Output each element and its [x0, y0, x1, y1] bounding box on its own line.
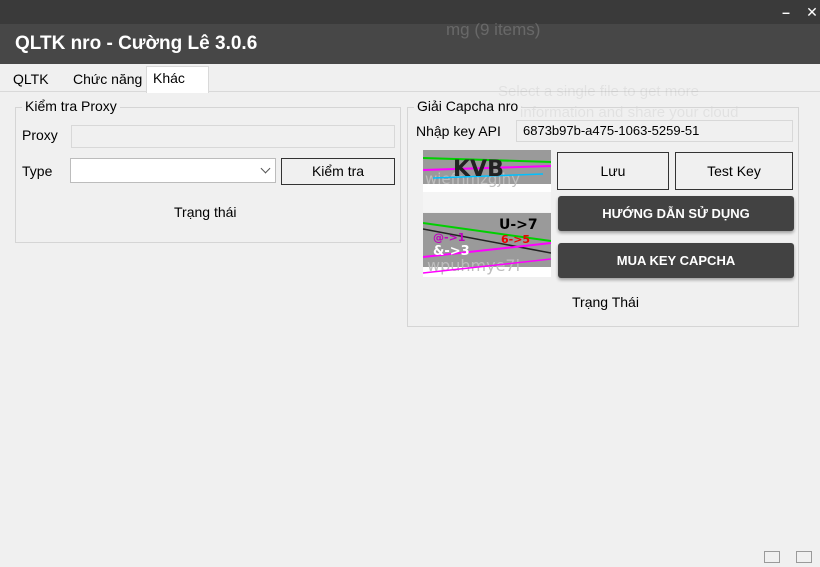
captcha-sample-image-2: wpuhmye7l U->7 &->3 6->5 @->1	[423, 213, 551, 277]
window-top-strip: – ✕	[0, 0, 820, 24]
background-ghost-text-2: Select a single file to get more	[498, 83, 699, 100]
proxy-group-title: Kiểm tra Proxy	[22, 98, 120, 114]
captcha-status-text: Trạng Thái	[572, 294, 639, 310]
window-icon-2	[796, 551, 812, 563]
tab-khac[interactable]: Khác	[146, 66, 209, 93]
captcha-1-text: KVB	[453, 157, 504, 182]
tab-chuc-nang[interactable]: Chức năng	[67, 68, 148, 92]
type-select[interactable]	[70, 158, 276, 183]
proxy-label: Proxy	[22, 127, 58, 143]
api-key-input[interactable]: 6873b97b-a475-1063-5259-51	[516, 120, 793, 142]
save-key-button[interactable]: Lưu	[557, 152, 669, 190]
buy-captcha-key-button[interactable]: MUA KEY CAPCHA	[558, 243, 794, 278]
minimize-button[interactable]: –	[776, 2, 796, 22]
app-title: QLTK nro - Cường Lê 3.0.6	[15, 33, 258, 54]
type-label: Type	[22, 163, 53, 179]
test-key-button[interactable]: Test Key	[675, 152, 793, 190]
captcha-2-text-1: U->7	[499, 217, 538, 233]
captcha-2-text-4: @->1	[433, 231, 465, 244]
proxy-input[interactable]	[71, 125, 395, 148]
captcha-2-text-2: &->3	[433, 244, 470, 259]
usage-guide-button[interactable]: HƯỚNG DẪN SỬ DỤNG	[558, 196, 794, 231]
proxy-status-text: Trạng thái	[174, 204, 237, 220]
background-ghost-text: mg (9 items)	[446, 20, 541, 39]
tab-qltk[interactable]: QLTK	[7, 68, 55, 92]
check-proxy-button[interactable]: Kiểm tra	[281, 158, 395, 185]
captcha-group-title: Giải Capcha nro	[414, 98, 522, 114]
api-key-label: Nhập key API	[416, 123, 501, 139]
chevron-down-icon	[260, 163, 271, 174]
captcha-2-text-3: 6->5	[501, 233, 530, 246]
window-icon	[764, 551, 780, 563]
close-button[interactable]: ✕	[802, 2, 820, 22]
captcha-sample-image-1: wiefhmzgjhy KVB	[423, 150, 551, 212]
title-bar: mg (9 items) QLTK nro - Cường Lê 3.0.6	[0, 20, 820, 64]
